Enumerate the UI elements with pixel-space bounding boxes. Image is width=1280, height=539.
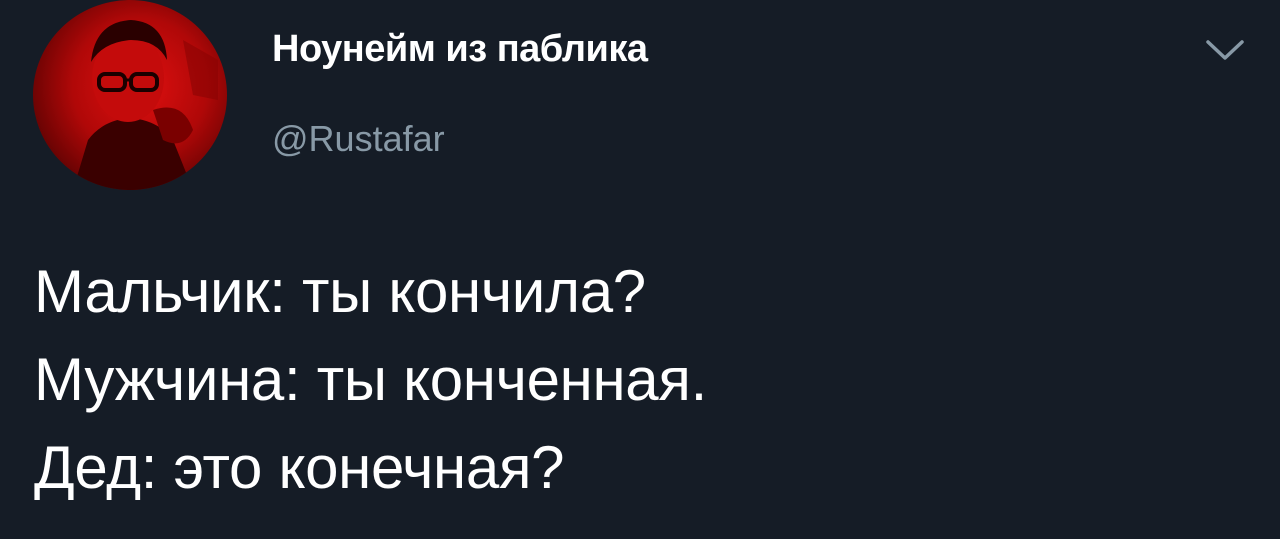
- tweet-text-line: Мужчина: ты конченная.: [34, 346, 707, 413]
- tweet-text-line: Мальчик: ты кончила?: [34, 258, 646, 325]
- author-display-name[interactable]: Ноунейм из паблика: [272, 28, 648, 71]
- author-handle[interactable]: @Rustafar: [272, 118, 445, 160]
- chevron-down-icon: [1206, 40, 1244, 60]
- tweet-menu-button[interactable]: [1202, 30, 1248, 70]
- tweet-text: Мальчик: ты кончила? Мужчина: ты конченн…: [34, 248, 1254, 512]
- user-avatar[interactable]: [33, 0, 227, 190]
- tweet-card: Ноунейм из паблика @Rustafar Мальчик: ты…: [0, 0, 1280, 539]
- tweet-text-line: Дед: это конечная?: [34, 434, 565, 501]
- avatar-portrait-icon: [73, 20, 218, 190]
